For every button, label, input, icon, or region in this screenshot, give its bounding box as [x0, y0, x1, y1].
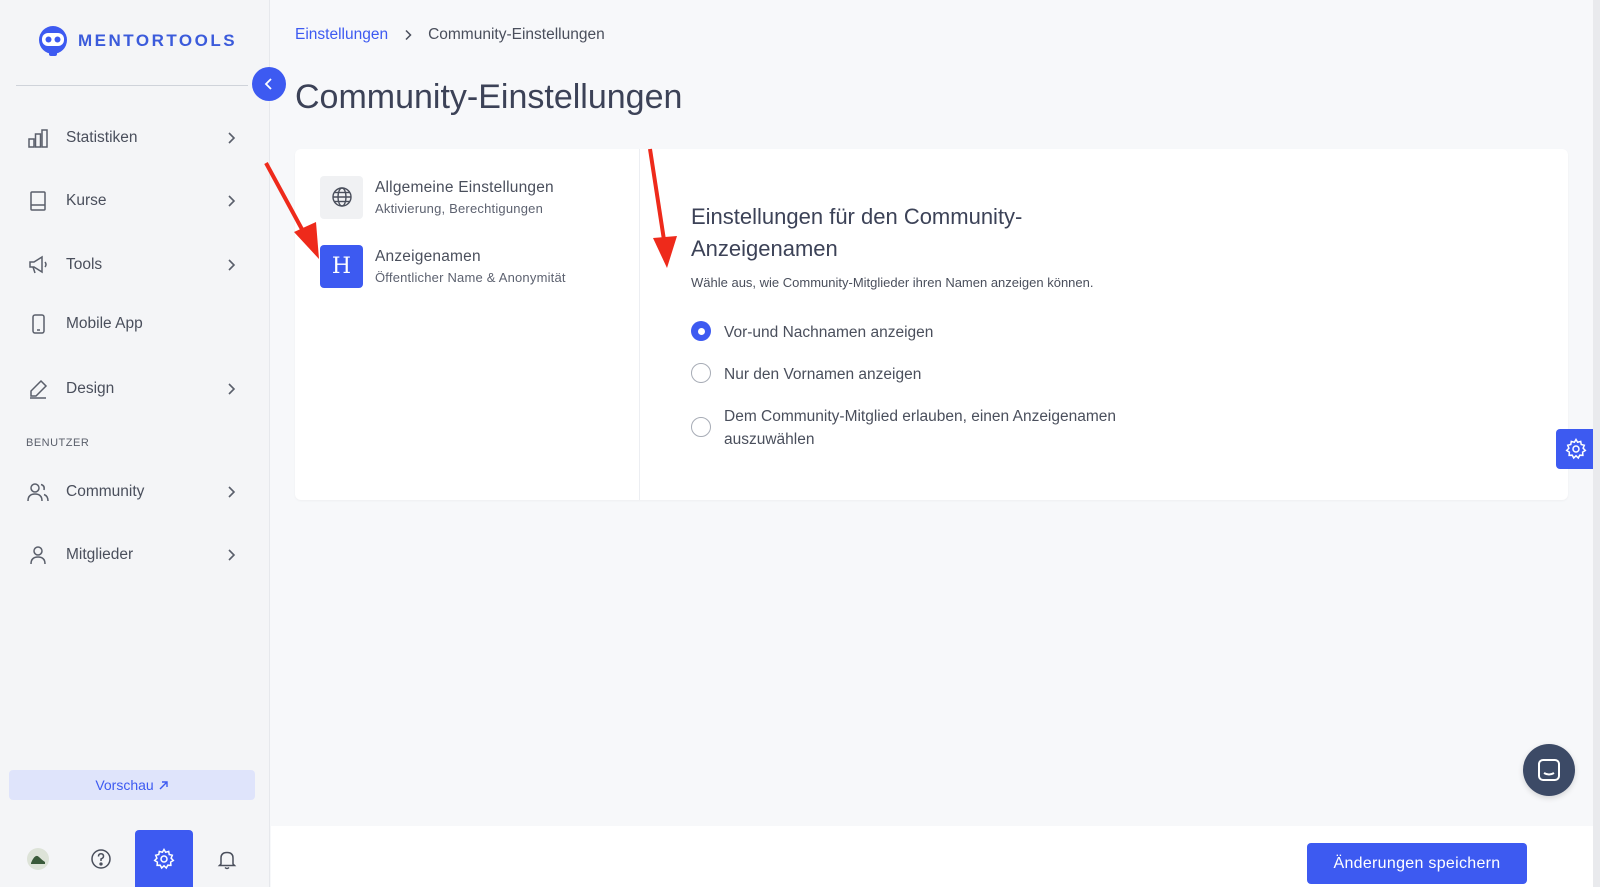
chevron-right-icon: [228, 259, 236, 271]
radio-button[interactable]: [691, 417, 711, 437]
sidebar-item-label: Design: [66, 380, 115, 397]
sidebar-item-kurse[interactable]: Kurse: [26, 183, 238, 219]
sidebar-item-label: Mobile App: [66, 315, 143, 332]
radio-label: Nur den Vornamen anzeigen: [724, 366, 922, 383]
floating-settings-button[interactable]: [1556, 429, 1596, 469]
sidebar-item-community[interactable]: Community: [26, 474, 238, 510]
sidebar-bottom-bar: [0, 830, 270, 887]
breadcrumb: Einstellungen Community-Einstellungen: [295, 26, 605, 44]
breadcrumb-link-einstellungen[interactable]: Einstellungen: [295, 26, 388, 44]
section-label-benutzer: BENUTZER: [26, 437, 90, 449]
sidebar-item-label: Community: [66, 483, 145, 500]
page-title: Community-Einstellungen: [295, 78, 683, 116]
tab-subtitle: Öffentlicher Name & Anonymität: [375, 269, 566, 285]
settings-icon[interactable]: [135, 830, 193, 887]
mobile-icon: [26, 312, 50, 336]
bar-chart-icon: [26, 126, 50, 150]
users-icon: [26, 480, 50, 504]
tab-title: Anzeigenamen: [375, 247, 481, 265]
tab-anzeigenamen[interactable]: H Anzeigenamen Öffentlicher Name & Anony…: [320, 244, 620, 288]
logo-divider: [16, 85, 248, 86]
tab-allgemeine-einstellungen[interactable]: Allgemeine Einstellungen Aktivierung, Be…: [320, 175, 620, 219]
external-link-icon: [159, 780, 168, 789]
user-icon: [26, 543, 50, 567]
globe-icon: [320, 175, 363, 219]
chevron-left-icon: [264, 78, 272, 90]
collapse-sidebar-button[interactable]: [252, 67, 286, 101]
chevron-right-icon: [228, 549, 236, 561]
settings-tab-list: Allgemeine Einstellungen Aktivierung, Be…: [295, 149, 640, 500]
preview-button[interactable]: Vorschau: [9, 770, 255, 800]
sidebar-item-label: Kurse: [66, 192, 107, 209]
bell-icon[interactable]: [198, 830, 256, 887]
avatar[interactable]: [9, 830, 67, 887]
sidebar-item-label: Statistiken: [66, 129, 138, 146]
radio-label: Dem Community-Mitglied erlauben, einen A…: [724, 408, 1117, 448]
sidebar-item-label: Mitglieder: [66, 546, 134, 563]
heading-icon: H: [320, 244, 363, 288]
preview-label: Vorschau: [95, 777, 154, 793]
save-changes-button[interactable]: Änderungen speichern: [1307, 843, 1527, 884]
sidebar: MENTORTOOLS Statistiken Kurse Tools Mobi…: [0, 0, 270, 887]
chat-launcher-button[interactable]: [1523, 744, 1575, 796]
window-edge: [1593, 0, 1600, 887]
radio-option-first-name[interactable]: Nur den Vornamen anzeigen: [691, 363, 921, 386]
sidebar-item-design[interactable]: Design: [26, 371, 238, 407]
chevron-right-icon: [228, 195, 236, 207]
help-icon[interactable]: [72, 830, 130, 887]
radio-button[interactable]: [691, 363, 711, 383]
radio-label: Vor-und Nachnamen anzeigen: [724, 324, 934, 341]
chat-icon: [1538, 759, 1560, 781]
sidebar-item-mobile-app[interactable]: Mobile App: [26, 306, 238, 342]
sidebar-item-mitglieder[interactable]: Mitglieder: [26, 537, 238, 573]
megaphone-icon: [26, 253, 50, 277]
brand-logo[interactable]: MENTORTOOLS: [36, 24, 237, 58]
settings-description: Wähle aus, wie Community-Mitglieder ihre…: [691, 275, 1094, 290]
book-icon: [26, 189, 50, 213]
sidebar-item-label: Tools: [66, 256, 103, 273]
radio-option-full-name[interactable]: Vor-und Nachnamen anzeigen: [691, 321, 933, 344]
pencil-icon: [26, 377, 50, 401]
radio-button[interactable]: [691, 321, 711, 341]
gear-icon: [1565, 438, 1587, 460]
breadcrumb-current: Community-Einstellungen: [428, 26, 605, 43]
brand-name: MENTORTOOLS: [78, 31, 238, 50]
robot-logo-icon: [39, 26, 67, 56]
tab-subtitle: Aktivierung, Berechtigungen: [375, 200, 544, 216]
chevron-right-icon: [228, 132, 236, 144]
tab-title: Allgemeine Einstellungen: [375, 178, 554, 196]
settings-card: Allgemeine Einstellungen Aktivierung, Be…: [295, 149, 1568, 500]
chevron-right-icon: [405, 29, 412, 41]
chevron-right-icon: [228, 383, 236, 395]
chevron-right-icon: [228, 486, 236, 498]
sidebar-item-tools[interactable]: Tools: [26, 247, 238, 283]
radio-option-custom-name[interactable]: Dem Community-Mitglied erlauben, einen A…: [691, 405, 1164, 451]
sidebar-item-statistiken[interactable]: Statistiken: [26, 120, 238, 156]
settings-title: Einstellungen für den Community-Anzeigen…: [691, 204, 1023, 261]
